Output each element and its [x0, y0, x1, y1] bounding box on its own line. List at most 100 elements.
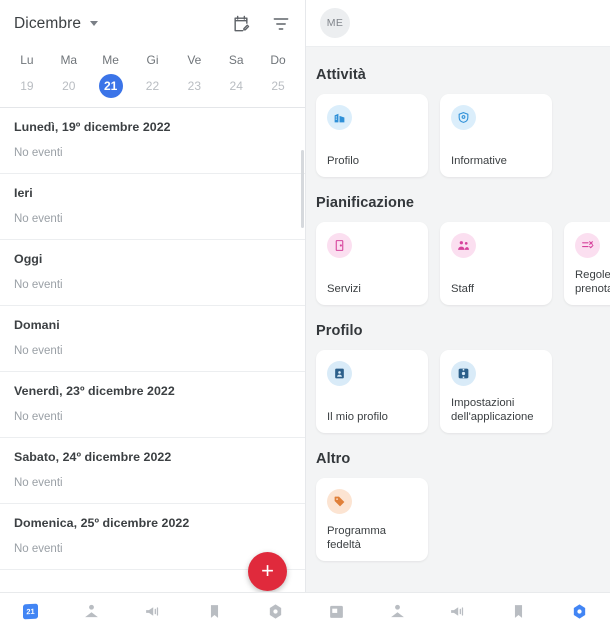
card-staff[interactable]: Staff: [440, 222, 552, 305]
agenda-day-title: Oggi: [14, 252, 43, 266]
card-label: Servizi: [327, 282, 361, 295]
agenda-day[interactable]: Venerdì, 23º dicembre 2022 No eventi: [0, 372, 305, 438]
shield-icon: [451, 105, 476, 130]
agenda-day-events: No eventi: [14, 279, 63, 291]
weekday-label: Me: [102, 53, 119, 67]
date-cell[interactable]: 23: [173, 73, 215, 99]
date-cell[interactable]: 22: [132, 73, 174, 99]
agenda-day-title: Domani: [14, 318, 60, 332]
date-number[interactable]: 20: [57, 74, 81, 98]
agenda-day[interactable]: Oggi No eventi: [0, 240, 305, 306]
nav-clients-right[interactable]: [380, 598, 414, 624]
card-row: Il mio profilo Impostazioni dell'applica…: [316, 350, 610, 433]
agenda-list[interactable]: Lunedì, 19º dicembre 2022 No eventi Ieri…: [0, 108, 305, 629]
agenda-day-title: Venerdì, 23º dicembre 2022: [14, 384, 175, 398]
nav-calendar-left[interactable]: 21: [14, 598, 48, 624]
agenda-day[interactable]: Sabato, 24º dicembre 2022 No eventi: [0, 438, 305, 504]
card-label: Informative: [451, 154, 507, 167]
person-inbox-icon: [85, 604, 99, 617]
card-servizi[interactable]: Servizi: [316, 222, 428, 305]
agenda-day-events: No eventi: [14, 213, 63, 225]
calendar-header: Dicembre: [0, 0, 305, 47]
tag-icon: [327, 489, 352, 514]
agenda-scrollbar[interactable]: [301, 150, 304, 228]
agenda-day[interactable]: Domani No eventi: [0, 306, 305, 372]
date-number[interactable]: 22: [140, 74, 164, 98]
card-row: Profilo Informative: [316, 94, 610, 177]
gear-icon: [269, 603, 282, 619]
weekday-label: Sa: [228, 53, 244, 67]
date-number[interactable]: 23: [182, 74, 206, 98]
nav-clients-left[interactable]: [75, 598, 109, 624]
filter-icon[interactable]: [271, 14, 291, 34]
section-title: Attività: [316, 67, 366, 83]
bookmark-icon: [210, 604, 218, 618]
card-label: Profilo: [327, 154, 360, 167]
chevron-down-icon: [90, 21, 99, 26]
date-number[interactable]: 25: [266, 74, 290, 98]
agenda-day[interactable]: Ieri No eventi: [0, 174, 305, 240]
agenda-pane: Dicembre Lu Ma Me Gi Ve Sa Do 19 20 21 2…: [0, 0, 306, 629]
card-programma-fedelta[interactable]: Programma fedeltà: [316, 478, 428, 561]
settings-pane: ME Attività Profilo Informative Pianific…: [306, 0, 610, 629]
card-label: Il mio profilo: [327, 410, 388, 423]
date-cell-selected[interactable]: 21: [90, 73, 132, 99]
nav-marketing-right[interactable]: [441, 598, 475, 624]
add-event-button[interactable]: +: [248, 552, 287, 591]
section-title: Pianificazione: [316, 195, 415, 211]
nav-bookmarks-right[interactable]: [502, 598, 536, 624]
weekday-label: Lu: [20, 53, 34, 67]
date-row: 19 20 21 22 23 24 25: [0, 73, 305, 107]
settings-header: ME: [306, 0, 610, 47]
agenda-day-title: Ieri: [14, 186, 33, 200]
card-label: Regole di prenotazione: [575, 268, 610, 295]
section-profilo: Profilo Il mio profilo Impostazioni dell…: [306, 305, 610, 433]
calendar-header-actions: [231, 14, 291, 34]
checklist-icon: [575, 233, 600, 258]
nav-marketing-left[interactable]: [136, 598, 170, 624]
people-icon: [451, 233, 476, 258]
person-card-icon: [327, 361, 352, 386]
settings-body[interactable]: Attività Profilo Informative Pianificazi…: [306, 47, 610, 629]
section-title: Profilo: [316, 323, 363, 339]
date-cell[interactable]: 25: [257, 73, 299, 99]
date-cell[interactable]: 20: [48, 73, 90, 99]
agenda-day-events: No eventi: [14, 147, 63, 159]
card-impostazioni[interactable]: Impostazioni dell'applicazione: [440, 350, 552, 433]
weekday-row: Lu Ma Me Gi Ve Sa Do: [0, 49, 305, 73]
nav-bookmarks-left[interactable]: [197, 598, 231, 624]
bottom-nav-left: 21: [0, 592, 306, 629]
settings-icon: [451, 361, 476, 386]
date-cell[interactable]: 19: [6, 73, 48, 99]
door-icon: [327, 233, 352, 258]
nav-settings-left[interactable]: [258, 598, 292, 624]
building-icon: [327, 105, 352, 130]
calendar-edit-icon[interactable]: [231, 14, 251, 34]
card-profilo[interactable]: Profilo: [316, 94, 428, 177]
card-label: Staff: [451, 282, 475, 295]
agenda-day[interactable]: Lunedì, 19º dicembre 2022 No eventi: [0, 108, 305, 174]
section-altro: Altro Programma fedeltà: [306, 433, 610, 561]
month-selector[interactable]: Dicembre: [14, 15, 99, 33]
avatar[interactable]: ME: [320, 8, 350, 38]
nav-settings-right[interactable]: [563, 598, 597, 624]
nav-calendar-right[interactable]: [319, 598, 353, 624]
card-label: Impostazioni dell'applicazione: [451, 396, 534, 423]
weekday-label: Do: [270, 53, 286, 67]
card-informative[interactable]: Informative: [440, 94, 552, 177]
app-screen: Dicembre Lu Ma Me Gi Ve Sa Do 19 20 21 2…: [0, 0, 610, 629]
date-number[interactable]: 19: [15, 74, 39, 98]
section-attivita: Attività Profilo Informative: [306, 47, 610, 177]
calendar-day-icon: 21: [23, 603, 39, 619]
date-number-selected[interactable]: 21: [98, 74, 123, 98]
date-number[interactable]: 24: [224, 74, 248, 98]
card-il-mio-profilo[interactable]: Il mio profilo: [316, 350, 428, 433]
calendar-day-icon: [330, 605, 343, 618]
agenda-day-events: No eventi: [14, 345, 63, 357]
agenda-day-title: Sabato, 24º dicembre 2022: [14, 450, 172, 464]
person-inbox-icon: [390, 604, 404, 617]
megaphone-icon: [451, 606, 464, 616]
agenda-day-events: No eventi: [14, 411, 63, 423]
date-cell[interactable]: 24: [215, 73, 257, 99]
card-regole-prenotazione[interactable]: Regole di prenotazione: [564, 222, 610, 305]
